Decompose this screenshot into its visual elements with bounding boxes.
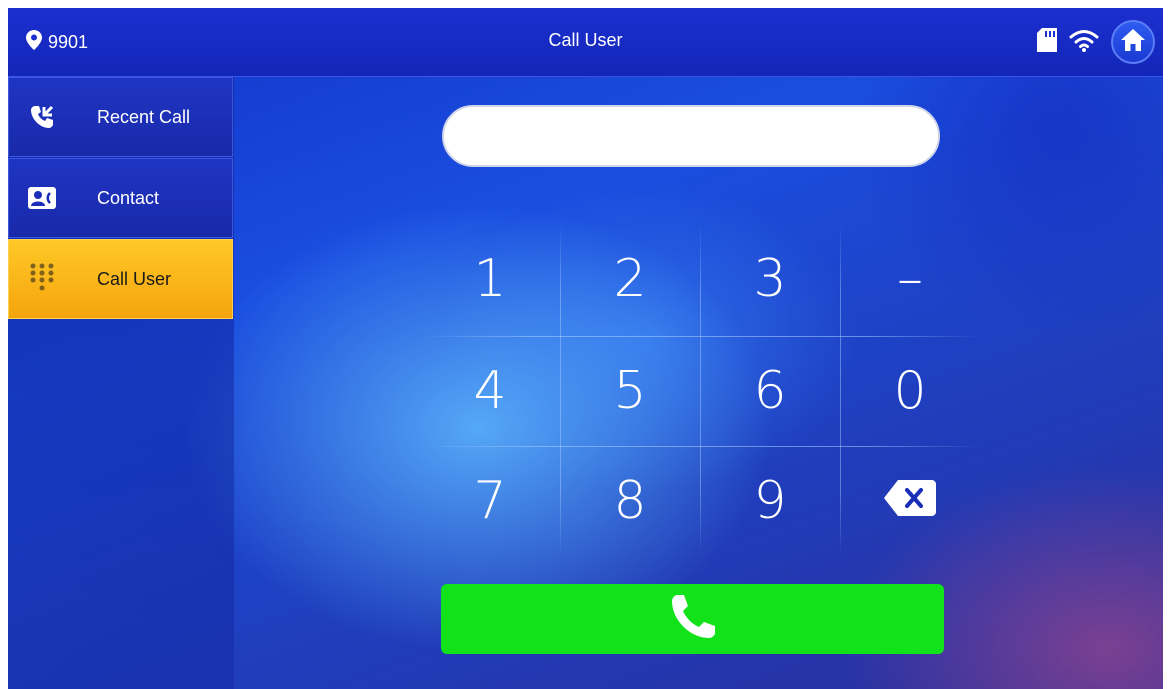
sidebar-item-label: Contact [97,187,160,208]
home-button[interactable] [1111,20,1155,64]
backspace-icon [882,471,938,531]
key-8[interactable]: 8 [560,446,700,556]
contact-card-icon [17,187,67,209]
key-5[interactable]: 5 [560,336,700,446]
recent-call-icon [17,104,67,130]
sidebar-item-label: Recent Call [97,106,191,127]
key-6[interactable]: 6 [700,336,840,446]
key-0[interactable]: 0 [840,336,980,446]
call-button[interactable] [441,584,944,654]
dialpad-icon [17,263,67,295]
wifi-icon [1069,28,1099,57]
key-9[interactable]: 9 [700,446,840,556]
sidebar-item-recent-call[interactable]: Recent Call [8,77,233,157]
keypad: 1 2 3 – 4 5 6 0 7 8 9 [420,224,980,556]
key-3[interactable]: 3 [700,224,840,334]
key-2[interactable]: 2 [560,224,700,334]
home-icon [1120,28,1146,57]
sidebar-item-contact[interactable]: Contact [8,158,233,238]
status-icons [1037,20,1155,64]
top-bar: 9901 Call User [8,8,1163,77]
screen: 9901 Call User Recent Call Contact Call … [8,8,1163,689]
sidebar-item-call-user[interactable]: Call User [8,239,233,319]
sidebar: Recent Call Contact Call User [8,77,234,689]
phone-icon [668,592,718,647]
key-4[interactable]: 4 [420,336,560,446]
key-1[interactable]: 1 [420,224,560,334]
sd-card-icon [1037,27,1057,57]
dial-number-input[interactable] [442,105,940,167]
sidebar-item-label: Call User [97,268,172,289]
key-7[interactable]: 7 [420,446,560,556]
page-title: Call User [548,30,623,50]
key-dash[interactable]: – [840,224,980,334]
backspace-key[interactable] [840,446,980,556]
